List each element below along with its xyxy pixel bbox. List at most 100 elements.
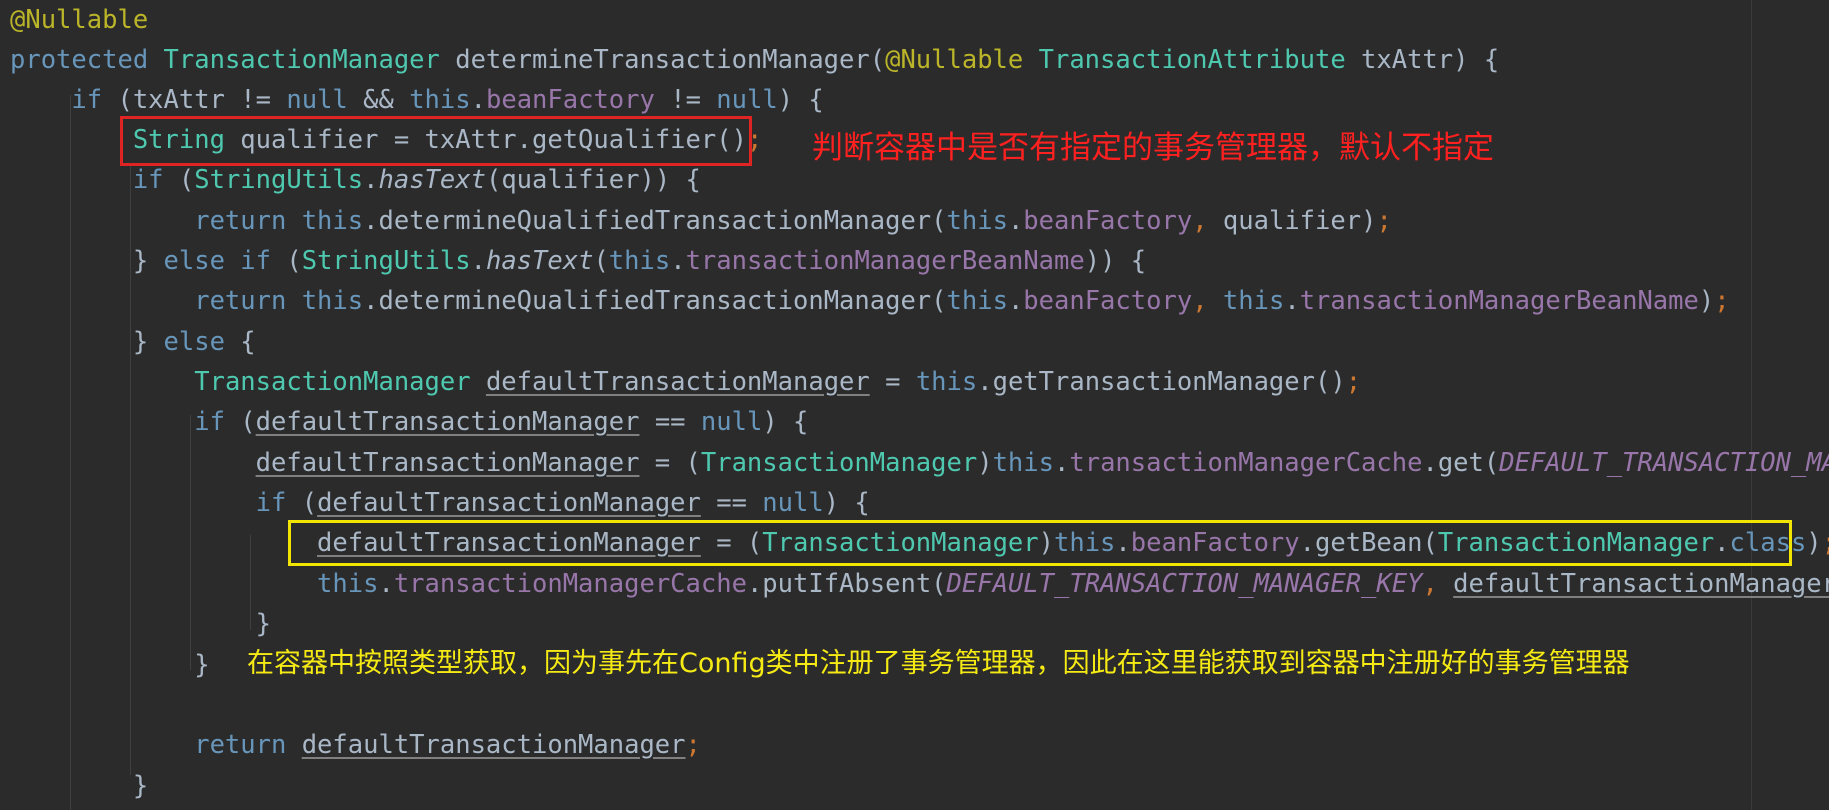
- yellow-annotation-note: 在容器中按照类型获取，因为事先在Config类中注册了事务管理器，因此在这里能获…: [247, 648, 1630, 679]
- code-token: this: [1222, 286, 1285, 316]
- code-token: {: [240, 327, 256, 357]
- code-token: =: [869, 367, 916, 397]
- code-line[interactable]: } else if (StringUtils.hasText(this.tran…: [10, 241, 1146, 281]
- code-line[interactable]: if (defaultTransactionManager == null) {: [10, 402, 808, 442]
- code-token: (: [240, 407, 256, 437]
- code-token: &&: [347, 85, 410, 115]
- code-token: }: [10, 327, 164, 357]
- code-token: ): [1806, 528, 1822, 558]
- code-token: defaultTransactionManager: [1453, 569, 1829, 599]
- code-token: this: [608, 246, 671, 276]
- code-token: .: [1054, 448, 1070, 478]
- code-token: StringUtils: [301, 246, 471, 276]
- code-line[interactable]: if (defaultTransactionManager == null) {: [10, 483, 870, 523]
- code-editor[interactable]: @Nullable protected TransactionManager de…: [0, 0, 1829, 810]
- code-token: if: [10, 165, 179, 195]
- code-token: ==: [700, 488, 763, 518]
- code-token: ): [1698, 286, 1715, 316]
- code-token: return: [10, 286, 302, 316]
- code-token: this: [301, 206, 364, 236]
- code-token: }: [10, 246, 164, 276]
- code-token: protected: [10, 45, 164, 75]
- code-token: transactionManagerBeanName: [1299, 286, 1699, 316]
- code-line[interactable]: }: [10, 645, 209, 685]
- code-line[interactable]: return this.determineQualifiedTransactio…: [10, 201, 1392, 241]
- code-token: (txAttr !=: [117, 85, 287, 115]
- code-token: ,: [1192, 286, 1223, 316]
- code-token: TransactionManager: [163, 45, 440, 75]
- code-token: @Nullable: [885, 45, 1024, 75]
- code-token: hasText: [485, 246, 594, 276]
- code-token: defaultTransactionManager: [255, 448, 640, 478]
- code-token: .determineQualifiedTransactionManager(: [363, 206, 947, 236]
- code-line[interactable]: } else {: [10, 322, 256, 362]
- code-line[interactable]: if (txAttr != null && this.beanFactory !…: [10, 80, 823, 120]
- code-token: this: [915, 367, 978, 397]
- code-token: (: [301, 488, 318, 518]
- code-token: .: [378, 569, 394, 599]
- code-token: beanFactory: [485, 85, 655, 115]
- code-token: this: [409, 85, 471, 115]
- code-line[interactable]: return defaultTransactionManager;: [10, 725, 701, 765]
- code-token: TransactionManager: [194, 367, 471, 397]
- code-token: defaultTransactionManager: [301, 730, 686, 760]
- code-line[interactable]: @Nullable: [10, 0, 148, 40]
- code-token: }: [10, 609, 271, 639]
- code-token: .: [1284, 286, 1300, 316]
- code-line[interactable]: if (StringUtils.hasText(qualifier)) {: [10, 160, 701, 200]
- code-token: defaultTransactionManager: [485, 367, 870, 397]
- code-token: null: [762, 488, 824, 518]
- code-token: ) {: [823, 488, 870, 518]
- code-token: (: [593, 246, 609, 276]
- code-line[interactable]: return this.determineQualifiedTransactio…: [10, 281, 1730, 321]
- qualifier-highlight-box: [120, 116, 752, 166]
- code-token: hasText: [378, 165, 486, 195]
- code-token: ;: [685, 730, 701, 760]
- code-token: .get(: [1422, 448, 1500, 478]
- code-token: !=: [654, 85, 717, 115]
- code-token: this: [317, 569, 379, 599]
- code-token: ,: [1192, 206, 1223, 236]
- code-token: ) {: [762, 407, 809, 437]
- code-line[interactable]: }: [10, 766, 148, 806]
- code-token: )) {: [1084, 246, 1147, 276]
- code-token: (: [178, 165, 195, 195]
- code-line[interactable]: TransactionManager defaultTransactionMan…: [10, 362, 1361, 402]
- code-token: @Nullable: [10, 5, 149, 35]
- code-token: if: [10, 488, 302, 518]
- code-token: TransactionManager: [700, 448, 978, 478]
- code-token: transactionManagerBeanName: [685, 246, 1085, 276]
- code-token: return: [10, 730, 302, 760]
- code-token: ;: [1822, 528, 1829, 558]
- code-token: beanFactory: [1023, 286, 1193, 316]
- code-token: else: [163, 327, 241, 357]
- code-token: ): [977, 448, 993, 478]
- code-token: (qualifier)) {: [485, 165, 701, 195]
- code-line[interactable]: protected TransactionManager determineTr…: [10, 40, 1499, 80]
- code-token: txAttr) {: [1345, 45, 1500, 75]
- code-token: null: [716, 85, 778, 115]
- code-token: qualifier): [1222, 206, 1377, 236]
- code-token: (: [286, 246, 302, 276]
- code-token: ;: [1714, 286, 1730, 316]
- code-token: }: [10, 771, 149, 801]
- code-token: transactionManagerCache: [393, 569, 747, 599]
- code-token: this: [946, 206, 1008, 236]
- code-token: = (: [639, 448, 701, 478]
- code-line[interactable]: defaultTransactionManager = (Transaction…: [10, 443, 1829, 483]
- code-line[interactable]: }: [10, 604, 271, 644]
- getbean-highlight-box: [288, 520, 1792, 566]
- code-token: .: [670, 246, 686, 276]
- code-token: defaultTransactionManager: [317, 488, 701, 518]
- code-token: return: [10, 206, 302, 236]
- code-token: StringUtils: [194, 165, 364, 195]
- code-token: .: [363, 165, 379, 195]
- code-line[interactable]: this.transactionManagerCache.putIfAbsent…: [10, 564, 1829, 604]
- code-token: .: [1007, 206, 1024, 236]
- code-token: ,: [1422, 569, 1454, 599]
